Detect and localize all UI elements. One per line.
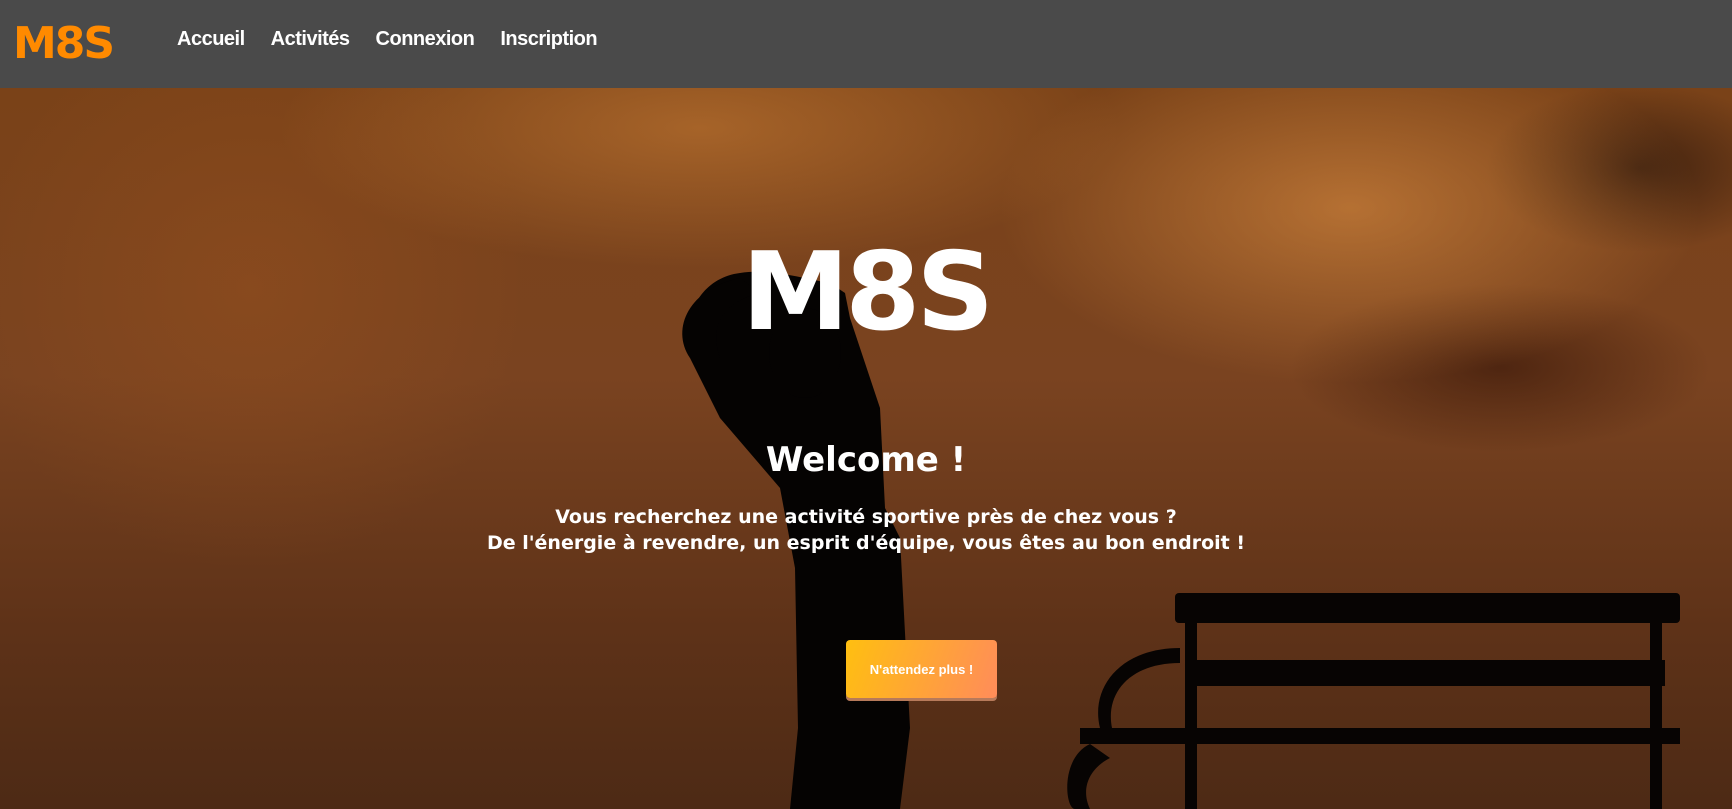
subtitle-line-1: Vous recherchez une activité sportive pr…: [555, 506, 1177, 528]
brand-logo[interactable]: M8S: [13, 20, 115, 68]
cta-button[interactable]: N'attendez plus !: [846, 640, 997, 698]
subtitle-line-2: De l'énergie à revendre, un esprit d'équ…: [486, 532, 1246, 554]
hero-subtitle: Vous recherchez une activité sportive pr…: [0, 504, 1732, 556]
nav-accueil[interactable]: Accueil: [177, 28, 245, 51]
hero-title: Welcome !: [765, 440, 967, 480]
hero-logo: M8S: [741, 230, 994, 355]
main-menu: Accueil Activités Connexion Inscription: [177, 28, 598, 51]
nav-connexion[interactable]: Connexion: [376, 28, 475, 51]
top-navbar: M8S Accueil Activités Connexion Inscript…: [0, 0, 1732, 88]
hero-section: M8S Welcome ! Vous recherchez une activi…: [0, 88, 1732, 809]
nav-inscription[interactable]: Inscription: [500, 28, 597, 51]
nav-activites[interactable]: Activités: [271, 28, 350, 51]
bench-silhouette: [1067, 593, 1680, 809]
